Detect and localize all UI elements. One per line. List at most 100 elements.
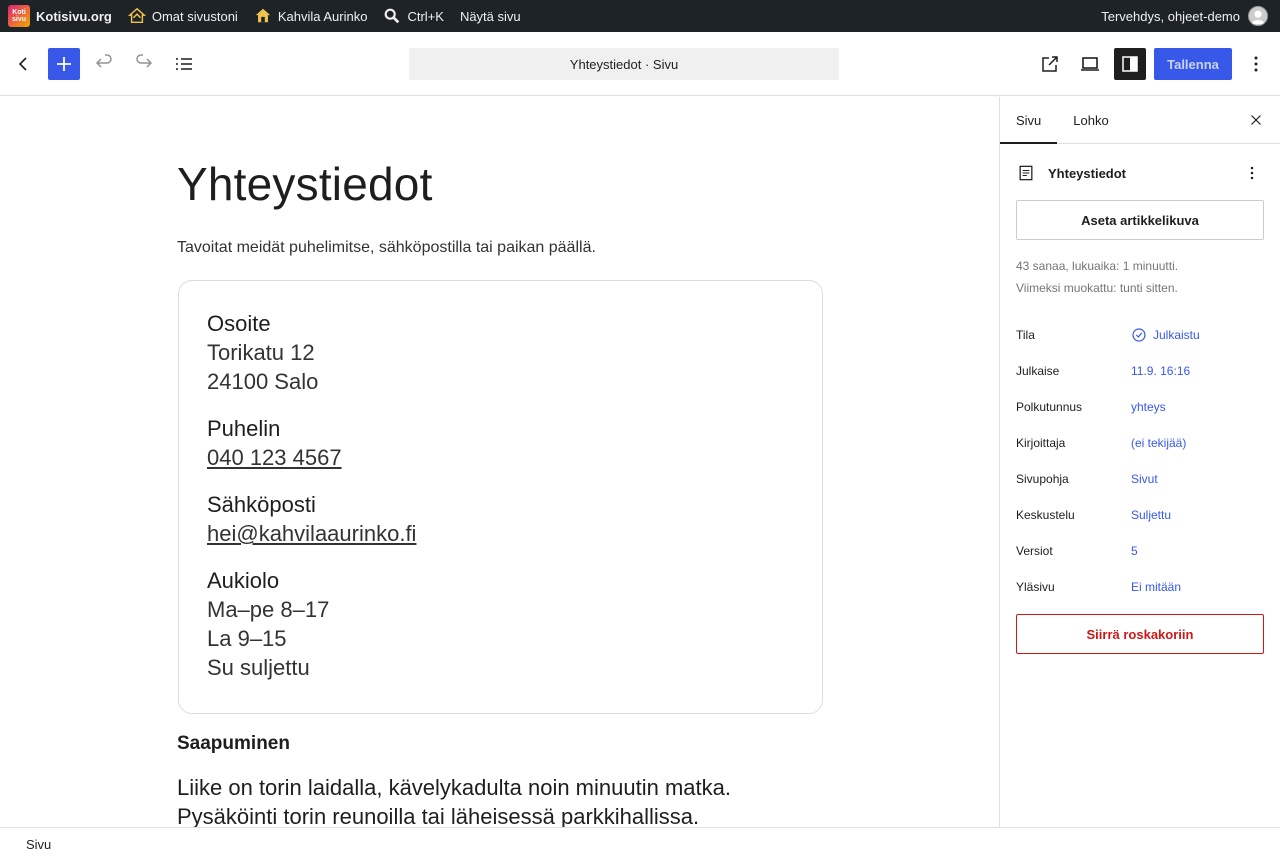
document-meta: 43 sanaa, lukuaika: 1 minuutti. Viimeksi… [1016, 255, 1178, 299]
arrival-paragraph[interactable]: Liike on torin laidalla, kävelykadulta n… [177, 773, 817, 827]
more-vertical-icon [1250, 166, 1254, 180]
arrival-heading[interactable]: Saapuminen [177, 733, 290, 755]
search-command[interactable]: Ctrl+K [375, 0, 451, 32]
document-summary: Yhteystiedot [1016, 161, 1266, 185]
redo-icon [136, 54, 153, 68]
settings-sidebar-toggle[interactable] [1114, 48, 1146, 80]
brand-name: Kotisivu.org [36, 8, 112, 24]
status-value[interactable]: Julkaistu [1131, 327, 1200, 343]
chevron-left-icon [18, 57, 27, 71]
lead-paragraph[interactable]: Tavoitat meidät puhelimitse, sähköpostil… [177, 239, 596, 257]
desktop-icon [1081, 57, 1099, 71]
redo-button[interactable] [128, 48, 160, 80]
email-heading: Sähköposti [207, 492, 316, 517]
row-label: Polkutunnus [1016, 400, 1083, 414]
published-check-icon [1132, 328, 1146, 342]
back-button[interactable] [8, 48, 40, 80]
sidebar-tabs: Sivu Lohko [1000, 97, 1280, 144]
site-menu[interactable]: Kahvila Aurinko [246, 0, 376, 32]
close-sidebar-button[interactable] [1244, 108, 1268, 132]
row-label: Keskustelu [1016, 508, 1075, 522]
plus-icon [57, 57, 71, 71]
parent-value[interactable]: Ei mitään [1131, 580, 1181, 594]
site-brand[interactable]: Koti sivu Kotisivu.org [0, 0, 120, 32]
word-count: 43 sanaa, lukuaika: 1 minuutti. [1016, 259, 1179, 273]
row-label: Yläsivu [1016, 580, 1055, 594]
view-page-button[interactable] [1034, 48, 1066, 80]
document-overview-button[interactable] [168, 48, 200, 80]
row-label: Julkaise [1016, 364, 1060, 378]
row-template: Sivupohja Sivut [1016, 461, 1266, 497]
breadcrumb[interactable]: Sivu [26, 837, 51, 852]
list-view-icon [176, 58, 192, 70]
my-sites-label: Omat sivustoni [151, 8, 238, 24]
author-value[interactable]: (ei tekijää) [1131, 436, 1186, 450]
sites-icon [127, 7, 146, 24]
preview-device-button[interactable] [1074, 48, 1106, 80]
page-settings-rows: Tila Julkaistu Julkaise 11.9. 16:16 Polk… [1016, 317, 1266, 605]
external-link-icon [1042, 56, 1058, 72]
row-parent: Yläsivu Ei mitään [1016, 569, 1266, 605]
row-label: Versiot [1016, 544, 1053, 558]
home-icon [255, 8, 271, 23]
view-page-label: Näytä sivu [459, 8, 521, 24]
phone-group: Puhelin 040 123 4567 [207, 414, 794, 472]
close-icon [1251, 115, 1261, 125]
row-publish: Julkaise 11.9. 16:16 [1016, 353, 1266, 389]
avatar [1248, 6, 1268, 26]
row-author: Kirjoittaja (ei tekijää) [1016, 425, 1266, 461]
options-menu-button[interactable] [1240, 48, 1272, 80]
phone-link[interactable]: 040 123 4567 [207, 445, 342, 470]
user-menu[interactable]: Tervehdys, ohjeet-demo [1101, 6, 1280, 26]
hours-group: Aukiolo Ma–pe 8–17 La 9–15 Su suljettu [207, 566, 794, 682]
row-label: Sivupohja [1016, 472, 1069, 486]
row-discussion: Keskustelu Suljettu [1016, 497, 1266, 533]
address-line: 24100 Salo [207, 369, 319, 394]
tab-block[interactable]: Lohko [1057, 97, 1124, 144]
revisions-value[interactable]: 5 [1131, 544, 1138, 558]
discussion-value[interactable]: Suljettu [1131, 508, 1171, 522]
phone-heading: Puhelin [207, 416, 281, 441]
publish-date-value[interactable]: 11.9. 16:16 [1131, 364, 1190, 378]
hours-line: Su suljettu [207, 655, 310, 680]
row-status: Tila Julkaistu [1016, 317, 1266, 353]
email-link[interactable]: hei@kahvilaaurinko.fi [207, 521, 416, 546]
view-page-link[interactable]: Näytä sivu [452, 0, 529, 32]
user-icon [1251, 10, 1265, 25]
page-icon [1019, 165, 1033, 181]
site-label: Kahvila Aurinko [277, 8, 368, 24]
admin-bar: Koti sivu Kotisivu.org Omat sivustoni Ka… [0, 0, 1280, 32]
template-value[interactable]: Sivut [1131, 472, 1158, 486]
status-value-label: Julkaistu [1153, 328, 1200, 342]
user-greeting: Tervehdys, ohjeet-demo [1101, 8, 1240, 24]
address-heading: Osoite [207, 311, 271, 336]
contact-card[interactable]: Osoite Torikatu 12 24100 Salo Puhelin 04… [178, 280, 823, 714]
my-sites-menu[interactable]: Omat sivustoni [120, 0, 246, 32]
undo-button[interactable] [88, 48, 120, 80]
address-line: Torikatu 12 [207, 340, 315, 365]
email-group: Sähköposti hei@kahvilaaurinko.fi [207, 490, 794, 548]
hours-heading: Aukiolo [207, 568, 280, 593]
save-button[interactable]: Tallenna [1154, 48, 1232, 80]
address-group: Osoite Torikatu 12 24100 Salo [207, 309, 794, 396]
search-shortcut: Ctrl+K [407, 8, 444, 24]
featured-image-label: Aseta artikkelikuva [1081, 212, 1199, 228]
row-slug: Polkutunnus yhteys [1016, 389, 1266, 425]
page-title[interactable]: Yhteystiedot [177, 157, 433, 211]
row-label: Kirjoittaja [1016, 436, 1066, 450]
document-summary-title: Yhteystiedot [1048, 165, 1127, 181]
block-inserter-button[interactable] [48, 48, 80, 80]
editor-header: Yhteystiedot · Sivu Tallenna [0, 32, 1280, 96]
settings-sidebar: Sivu Lohko Yhteystiedot Aseta artikkelik… [999, 97, 1280, 827]
brand-logo-text: Koti sivu [11, 9, 26, 23]
hours-line: Ma–pe 8–17 [207, 597, 330, 622]
sidebar-icon [1122, 56, 1138, 72]
set-featured-image-button[interactable]: Aseta artikkelikuva [1016, 200, 1264, 240]
undo-icon [95, 54, 112, 68]
tab-page[interactable]: Sivu [1000, 97, 1057, 144]
move-to-trash-button[interactable]: Siirrä roskakoriin [1016, 614, 1264, 654]
document-bar[interactable]: Yhteystiedot · Sivu [409, 48, 839, 80]
slug-value[interactable]: yhteys [1131, 400, 1166, 414]
document-actions-button[interactable] [1240, 161, 1264, 185]
more-vertical-icon [1254, 56, 1258, 72]
